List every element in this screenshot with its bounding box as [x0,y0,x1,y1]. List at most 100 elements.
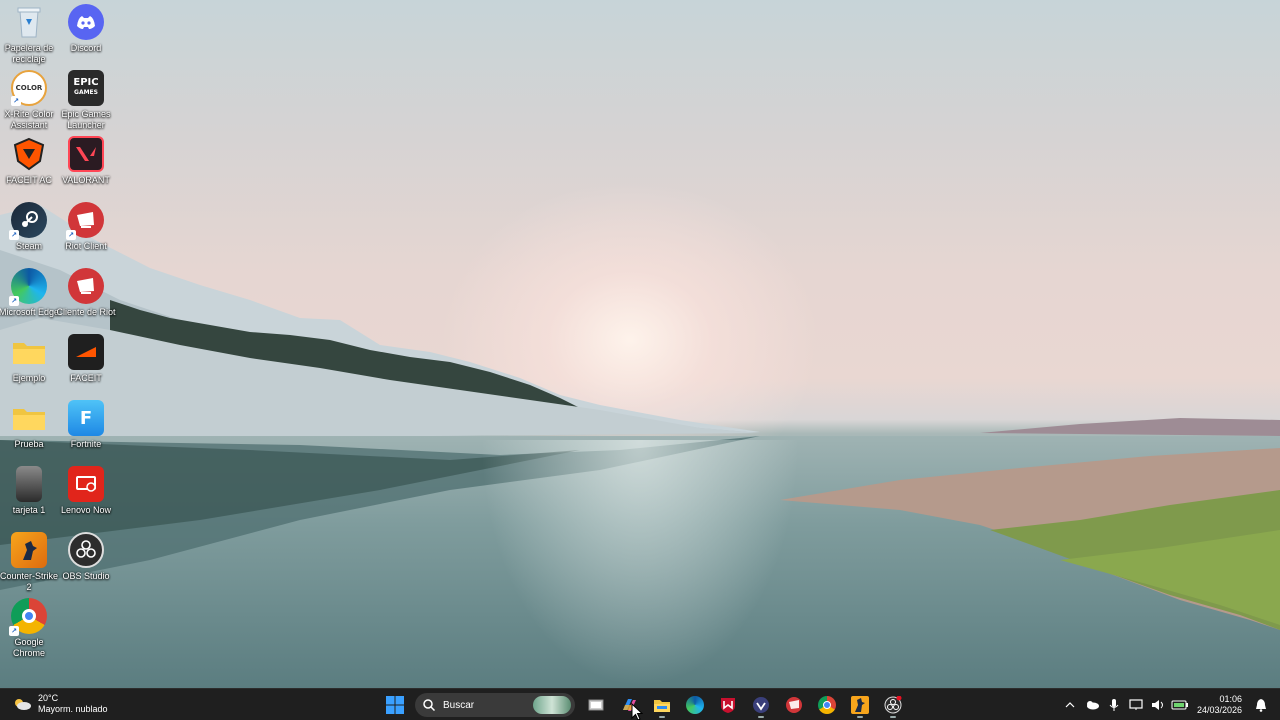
running-indicator [757,716,764,718]
edge-icon [685,696,704,714]
desktop-icon-recycle-bin[interactable]: Papelera de reciclaje [0,4,58,65]
search-placeholder: Buscar [443,699,475,711]
desktop-icon-label: Steam [15,241,42,251]
chrome-taskbar-button[interactable] [813,692,841,718]
taskbar-search-box[interactable]: Buscar [415,693,575,717]
riot-client-icon: ↗ [66,202,104,240]
desktop-icon-xrite[interactable]: COLOR ↗ X-Rite Color Assistant [0,70,58,131]
cloud-sun-icon [12,697,32,711]
search-icon [423,699,435,711]
mcafee-button[interactable] [714,692,742,718]
start-button[interactable] [381,692,409,718]
task-view-icon [588,699,603,711]
obs-icon [68,532,104,568]
desktop-icon-label: Epic Games Launcher [61,109,111,130]
clock-date: 24/03/2026 [1196,705,1242,715]
lenovo-now-icon [68,466,104,502]
desktop-icon-epic-games[interactable]: EPIC GAMES Epic Games Launcher [57,70,115,131]
desktop-icon-tarjeta[interactable]: tarjeta 1 [0,466,58,516]
desktop-icon-label: Discord [70,43,102,53]
chrome-icon: ↗ [9,598,47,636]
desktop-icon-discord[interactable]: Discord [57,4,115,54]
desktop-icon-label: Papelera de reciclaje [4,43,54,64]
desktop-icon-label: tarjeta 1 [12,505,46,515]
desktop-icon-label: Microsoft Edge [0,307,60,317]
desktop-icon-microsoft-edge[interactable]: ↗ Microsoft Edge [0,268,60,318]
desktop-icon-lenovo-now[interactable]: Lenovo Now [57,466,115,516]
desktop-icon-cliente-riot[interactable]: Cliente de Riot [56,268,116,318]
desktop-icon-counter-strike-2[interactable]: Counter-Strike 2 [0,532,58,593]
task-view-button[interactable] [582,692,610,718]
desktop-icon-steam[interactable]: ↗ Steam [0,202,58,252]
desktop-icon-obs-studio[interactable]: OBS Studio [57,532,115,582]
desktop-icon-faceit-ac[interactable]: FACEIT AC [0,136,58,186]
mouse-cursor-icon [631,703,644,720]
desktop-icon-label: Riot Client [65,241,107,251]
cs2-icon [11,532,47,568]
notification-bell-icon[interactable] [1250,689,1272,720]
desktop-icon-label: X-Rite Color Assistant [4,109,54,130]
edge-taskbar-button[interactable] [681,692,709,718]
riot-client-icon [68,268,104,304]
desktop-icon-prueba[interactable]: Prueba [0,400,58,450]
file-explorer-icon [653,700,670,712]
vpn-icon [752,697,769,713]
weather-widget[interactable]: 20°C Mayorm. nublado [12,693,108,715]
edge-icon: ↗ [9,268,47,306]
microphone-icon[interactable] [1103,689,1125,720]
display-icon[interactable] [1125,689,1147,720]
faceit-icon [68,334,104,370]
obs-icon [884,696,901,714]
battery-icon[interactable] [1169,689,1191,720]
windows-start-icon [385,696,404,714]
desktop-icon-faceit[interactable]: FACEIT [57,334,115,384]
wallpaper-water-shine [480,440,800,688]
desktop-icon-label: Prueba [14,439,44,449]
obs-taskbar-button[interactable] [879,692,907,718]
onedrive-icon[interactable] [1081,689,1103,720]
epic-games-icon: EPIC GAMES [68,70,104,106]
desktop-icon-label: FACEIT AC [6,175,52,185]
cs2-icon [850,696,869,714]
chrome-icon [817,696,836,714]
desktop-icon-label: Fortnite [70,439,102,449]
fortnite-icon: F [68,400,104,436]
vpn-button[interactable] [747,692,775,718]
recycle-bin-icon [11,4,47,40]
desktop-icon-ejemplo[interactable]: Ejemplo [0,334,58,384]
riot-icon [785,697,802,713]
desktop-icon-label: Lenovo Now [60,505,112,515]
faceit-ac-icon [11,136,47,172]
desktop-icon-label: OBS Studio [62,571,110,581]
desktop-icon-label: Counter-Strike 2 [0,571,59,592]
desktop-icon-riot-client[interactable]: ↗ Riot Client [57,202,115,252]
weather-desc: Mayorm. nublado [38,704,108,714]
desktop-icon-label: VALORANT [62,175,110,185]
folder-icon [11,334,47,370]
desktop-icon-label: Ejemplo [12,373,46,383]
desktop-icon-label: Cliente de Riot [56,307,116,317]
desktop-icon-label: FACEIT [70,373,102,383]
running-indicator [856,716,863,718]
cs2-taskbar-button[interactable] [846,692,874,718]
file-explorer-button[interactable] [648,692,676,718]
steam-icon: ↗ [9,202,47,240]
desktop-icon-google-chrome[interactable]: ↗ Google Chrome [0,598,58,659]
clock-time: 01:06 [1219,694,1242,704]
valorant-icon [68,136,104,172]
folder-icon [11,400,47,436]
running-indicator [889,716,896,718]
chevron-up-icon[interactable] [1059,689,1081,720]
desktop-icon-valorant[interactable]: VALORANT [57,136,115,186]
volume-icon[interactable] [1147,689,1169,720]
taskbar-clock[interactable]: 01:06 24/03/2026 [1197,694,1242,716]
desktop-wallpaper [0,0,1280,688]
riot-taskbar-button[interactable] [780,692,808,718]
discord-icon [68,4,104,40]
system-tray: 01:06 24/03/2026 [1059,689,1272,720]
desktop-icon-fortnite[interactable]: F Fortnite [57,400,115,450]
image-file-icon [16,466,42,502]
weather-temp: 20°C [38,693,59,703]
running-indicator [658,716,665,718]
mcafee-shield-icon [720,698,735,713]
